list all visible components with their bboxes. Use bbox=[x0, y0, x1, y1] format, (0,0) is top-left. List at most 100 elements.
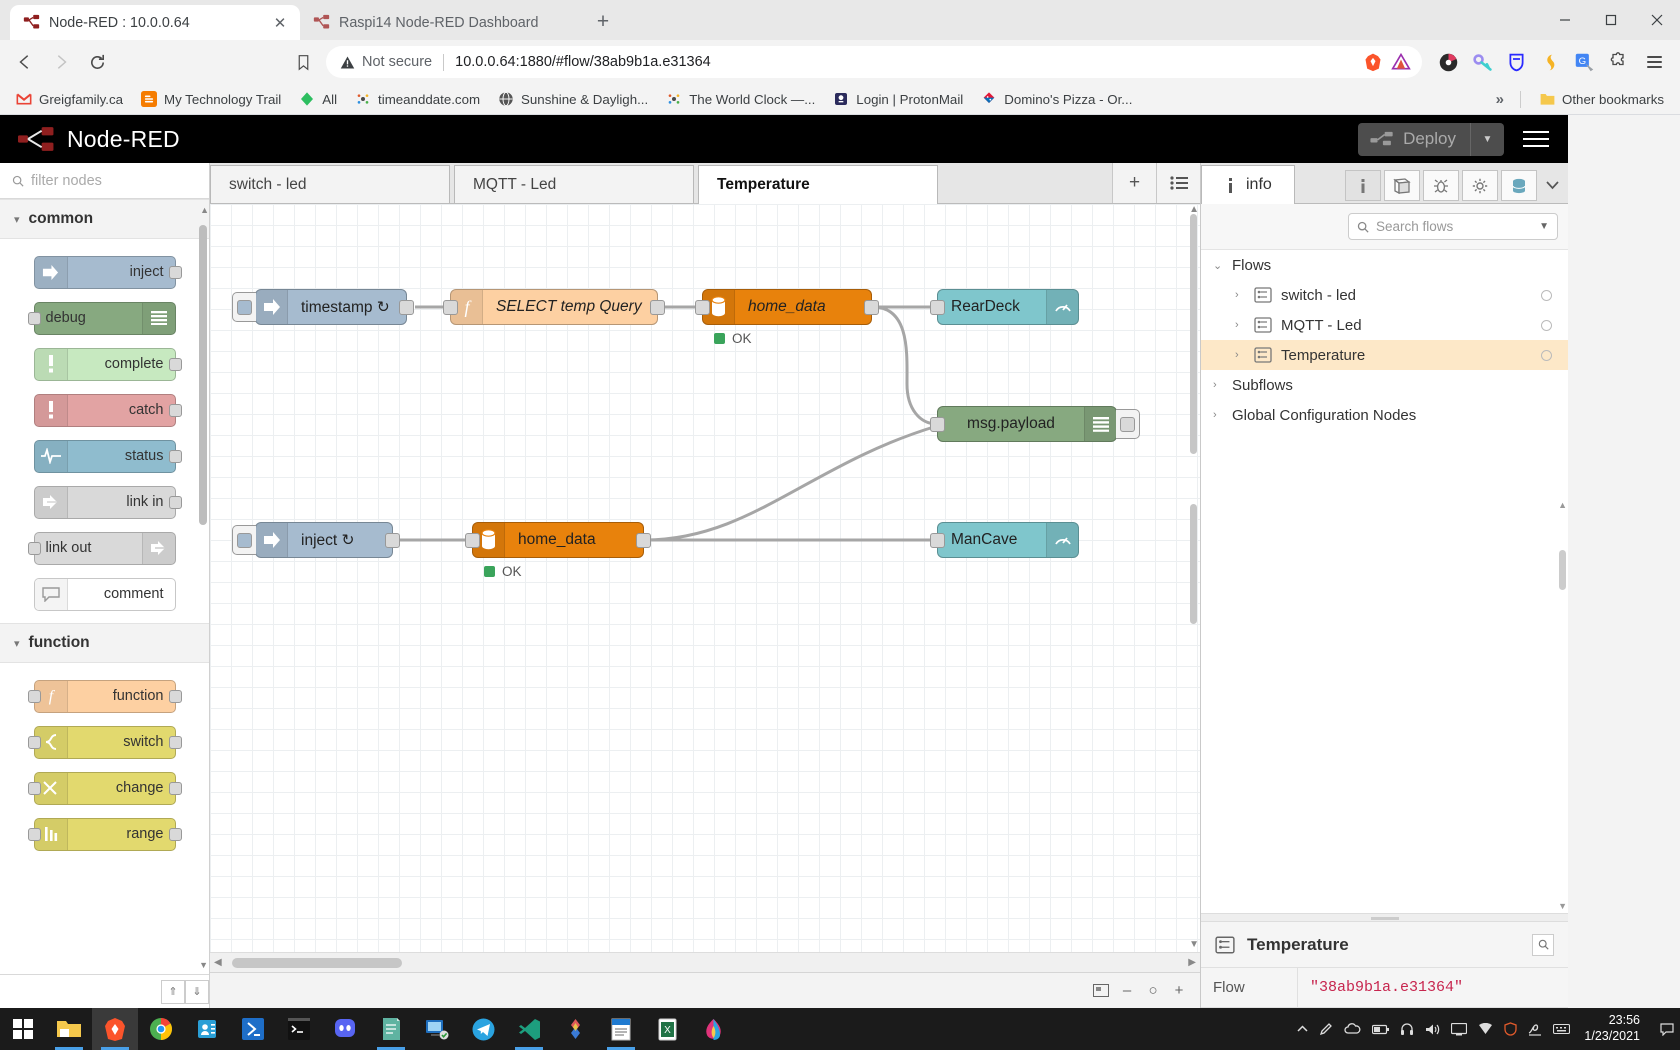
sidebar-caret-icon[interactable] bbox=[1540, 170, 1564, 201]
contacts-icon[interactable] bbox=[184, 1008, 230, 1050]
handwriting-icon[interactable] bbox=[1528, 1022, 1542, 1036]
tree-item-switch-led[interactable]: › switch - led bbox=[1201, 280, 1568, 310]
palette-node-debug[interactable]: debug bbox=[0, 295, 209, 341]
headphone-icon[interactable] bbox=[1400, 1022, 1414, 1036]
powershell-icon[interactable] bbox=[230, 1008, 276, 1050]
flow-tab-mqtt-led[interactable]: MQTT - Led bbox=[454, 165, 694, 203]
excel-icon[interactable]: X bbox=[644, 1008, 690, 1050]
flow-canvas[interactable]: timestamp ↻ f SELECT temp Query home_dat… bbox=[210, 204, 1200, 952]
tree-item-mqtt-led[interactable]: › MQTT - Led bbox=[1201, 310, 1568, 340]
help-book-icon[interactable] bbox=[1384, 170, 1420, 201]
output-port[interactable] bbox=[864, 300, 879, 315]
input-port[interactable] bbox=[27, 735, 41, 749]
bookmark-item[interactable]: Sunshine & Dayligh... bbox=[490, 88, 656, 110]
output-port[interactable] bbox=[399, 300, 414, 315]
palette-node-function[interactable]: f function bbox=[0, 673, 209, 719]
battery-icon[interactable] bbox=[1372, 1024, 1390, 1035]
palette-node-catch[interactable]: catch bbox=[0, 387, 209, 433]
bookmark-item[interactable]: timeanddate.com bbox=[347, 88, 488, 110]
windows-start-icon[interactable] bbox=[0, 1008, 46, 1050]
input-port[interactable] bbox=[443, 300, 458, 315]
taskbar-clock[interactable]: 23:56 1/23/2021 bbox=[1580, 1013, 1650, 1044]
chevron-right-icon[interactable]: › bbox=[1235, 319, 1245, 331]
scroll-right-arrow-icon[interactable]: ▶ bbox=[1188, 957, 1196, 968]
brave-rewards-triangle-icon[interactable] bbox=[1389, 50, 1413, 74]
chevron-down-icon[interactable]: ⌄ bbox=[1213, 259, 1223, 272]
bookmark-item[interactable]: The World Clock —... bbox=[658, 88, 823, 110]
flow-enabled-indicator[interactable] bbox=[1541, 319, 1552, 331]
browser-tab-active[interactable]: Node-RED : 10.0.0.64 ✕ bbox=[10, 5, 300, 40]
tree-item-flows[interactable]: ⌄ Flows bbox=[1201, 250, 1568, 280]
scroll-down-arrow-icon[interactable]: ▼ bbox=[199, 960, 208, 970]
browser-menu-icon[interactable] bbox=[1640, 47, 1668, 77]
input-port[interactable] bbox=[930, 300, 945, 315]
main-menu-icon[interactable] bbox=[1504, 115, 1568, 163]
output-port[interactable] bbox=[168, 495, 182, 509]
canvas-node-reardeck[interactable]: RearDeck bbox=[930, 289, 1079, 325]
chevron-down-icon[interactable]: ▼ bbox=[1539, 221, 1549, 232]
chevron-right-icon[interactable]: › bbox=[1213, 409, 1223, 421]
brave-icon[interactable] bbox=[92, 1008, 138, 1050]
search-flows-input[interactable]: Search flows ▼ bbox=[1348, 213, 1558, 240]
palette-node-link-out[interactable]: link out bbox=[0, 525, 209, 571]
other-bookmarks-button[interactable]: Other bookmarks bbox=[1531, 88, 1672, 110]
input-port[interactable] bbox=[27, 781, 41, 795]
output-port[interactable] bbox=[168, 357, 182, 371]
scroll-left-arrow-icon[interactable]: ◀ bbox=[214, 957, 222, 968]
maximize-icon[interactable] bbox=[1588, 0, 1634, 40]
deploy-button[interactable]: Deploy bbox=[1358, 122, 1470, 156]
palette-node-link-in[interactable]: link in bbox=[0, 479, 209, 525]
notes-icon[interactable] bbox=[368, 1008, 414, 1050]
expand-all-button[interactable]: ⇓ bbox=[185, 979, 209, 1004]
canvas-node-msg-payload[interactable]: msg.payload bbox=[930, 406, 1140, 442]
bookmark-item[interactable]: Greigfamily.ca bbox=[8, 88, 131, 110]
security-icon[interactable] bbox=[1504, 1022, 1518, 1036]
brave-lion-icon[interactable] bbox=[1361, 50, 1385, 74]
tree-item-subflows[interactable]: › Subflows bbox=[1201, 370, 1568, 400]
filter-nodes-input[interactable]: filter nodes bbox=[0, 163, 209, 199]
canvas-node-home-data-top[interactable]: home_data bbox=[695, 289, 879, 325]
notepad-icon[interactable] bbox=[598, 1008, 644, 1050]
palette-node-range[interactable]: range bbox=[0, 811, 209, 857]
input-port[interactable] bbox=[27, 827, 41, 841]
reload-icon[interactable] bbox=[80, 45, 114, 79]
bookmarks-overflow-chevron[interactable]: » bbox=[1490, 91, 1510, 108]
google-translate-icon[interactable]: G bbox=[1572, 50, 1596, 74]
input-port[interactable] bbox=[695, 300, 710, 315]
canvas-node-home-data-bottom[interactable]: home_data bbox=[465, 522, 651, 558]
new-tab-button[interactable]: + bbox=[586, 5, 620, 39]
tree-scrollbar[interactable] bbox=[1559, 550, 1566, 590]
input-port[interactable] bbox=[930, 417, 945, 432]
chevron-right-icon[interactable]: › bbox=[1235, 349, 1245, 361]
bookmark-item[interactable]: Domino's Pizza - Or... bbox=[973, 88, 1140, 110]
flow-tab-temperature[interactable]: Temperature bbox=[698, 165, 938, 204]
canvas-node-mancave[interactable]: ManCave bbox=[930, 522, 1079, 558]
palette-node-switch[interactable]: switch bbox=[0, 719, 209, 765]
telegram-icon[interactable] bbox=[460, 1008, 506, 1050]
palette-node-comment[interactable]: comment bbox=[0, 571, 209, 617]
output-port[interactable] bbox=[168, 403, 182, 417]
palette-category-function[interactable]: ▾ function bbox=[0, 623, 209, 663]
gold-ribbon-icon[interactable] bbox=[1538, 50, 1562, 74]
palette-node-status[interactable]: status bbox=[0, 433, 209, 479]
canvas-node-timestamp[interactable]: timestamp ↻ bbox=[232, 289, 414, 325]
discord-icon[interactable] bbox=[322, 1008, 368, 1050]
canvas-scroll-down-arrow-icon[interactable]: ▼ bbox=[1189, 939, 1199, 950]
tree-item-temperature[interactable]: › Temperature bbox=[1201, 340, 1568, 370]
chrome-icon[interactable] bbox=[138, 1008, 184, 1050]
zoom-reset-icon[interactable]: ○ bbox=[1140, 979, 1166, 1003]
sidebar-splitter[interactable] bbox=[1201, 913, 1568, 922]
file-explorer-icon[interactable] bbox=[46, 1008, 92, 1050]
context-data-icon[interactable] bbox=[1501, 170, 1537, 201]
dbeaver-icon[interactable] bbox=[552, 1008, 598, 1050]
terminal-icon[interactable] bbox=[276, 1008, 322, 1050]
back-arrow-icon[interactable] bbox=[8, 45, 42, 79]
output-port[interactable] bbox=[168, 827, 182, 841]
input-port[interactable] bbox=[27, 541, 41, 555]
horizontal-scroll-thumb[interactable] bbox=[232, 957, 402, 968]
output-port[interactable] bbox=[636, 533, 651, 548]
address-bar[interactable]: Not secure 10.0.0.64:1880/#flow/38ab9b1a… bbox=[326, 46, 1422, 78]
canvas-node-inject[interactable]: inject ↻ bbox=[232, 522, 400, 558]
input-port[interactable] bbox=[27, 311, 41, 325]
sidebar-tab-info[interactable]: info bbox=[1201, 165, 1295, 204]
